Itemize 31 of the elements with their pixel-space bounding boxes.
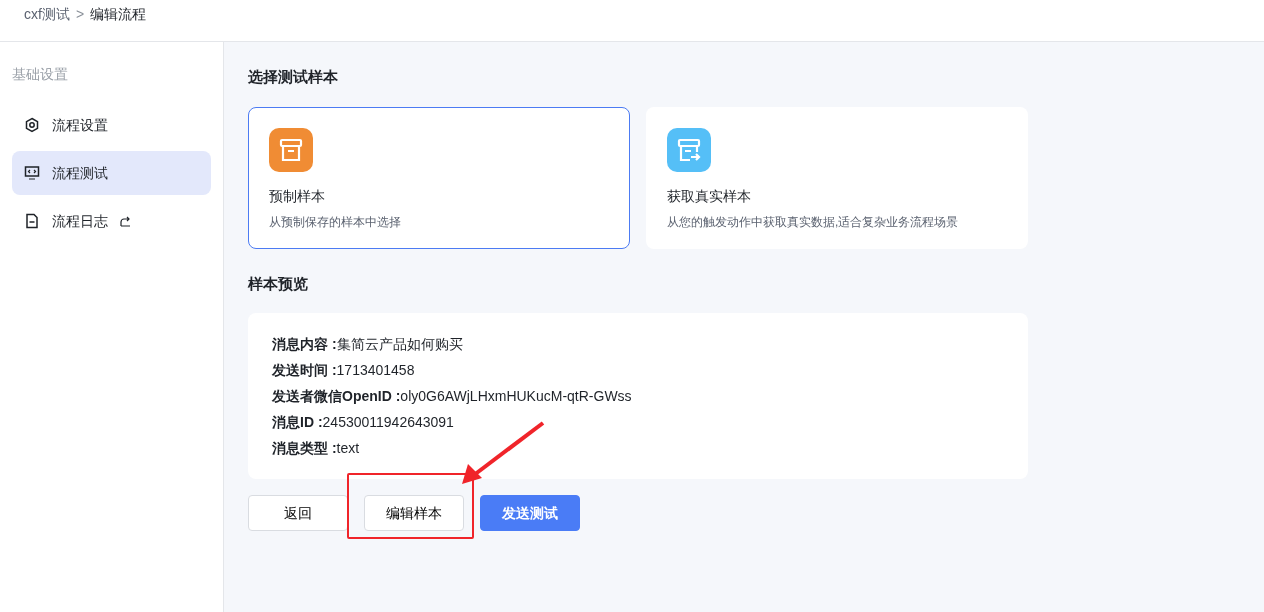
option-description: 从预制保存的样本中选择 (269, 213, 402, 231)
send-test-button[interactable]: 发送测试 (480, 495, 580, 531)
sidebar-item[interactable]: 流程设置 (12, 103, 211, 147)
sample-option-card[interactable]: 预制样本 从预制保存的样本中选择 (248, 106, 630, 249)
breadcrumb-item[interactable]: cxf测试 (24, 4, 70, 25)
field-value: 1713401458 (336, 361, 415, 380)
field-value: oly0G6AWjLHxmHUKucM-qtR-GWss (400, 387, 632, 406)
section-title: 基础设置 (12, 65, 69, 84)
option-description: 从您的触发动作中获取真实数据,适合复杂业务流程场景 (667, 213, 960, 231)
field-label: 消息类型 : (272, 439, 337, 458)
breadcrumb-separator: > (75, 5, 85, 24)
monitor-icon (24, 165, 40, 181)
field-value: 集简云产品如何购买 (336, 335, 463, 354)
sidebar-item[interactable]: 流程日志 (12, 199, 211, 243)
section-heading: 样本预览 (248, 273, 309, 294)
field-value: 24530011942643091 (322, 413, 454, 432)
section-heading: 选择测试样本 (248, 67, 339, 87)
settings-icon (24, 117, 40, 133)
sidebar-item[interactable]: 流程测试 (12, 151, 211, 195)
option-title: 获取真实样本 (667, 186, 752, 206)
field-value: text (336, 439, 360, 458)
field-label: 发送者微信OpenID : (272, 387, 401, 406)
sample-option-card[interactable]: 获取真实样本 从您的触发动作中获取真实数据,适合复杂业务流程场景 (646, 106, 1028, 249)
action-button[interactable]: 返回 (248, 495, 348, 531)
field-label: 发送时间 : (272, 361, 337, 380)
field-label: 消息ID : (272, 413, 323, 432)
breadcrumb-item: 编辑流程 (90, 5, 147, 24)
field-label: 消息内容 : (272, 335, 337, 354)
action-button[interactable]: 编辑样本 (364, 495, 464, 531)
document-icon (24, 213, 40, 229)
option-title: 预制样本 (269, 186, 326, 206)
